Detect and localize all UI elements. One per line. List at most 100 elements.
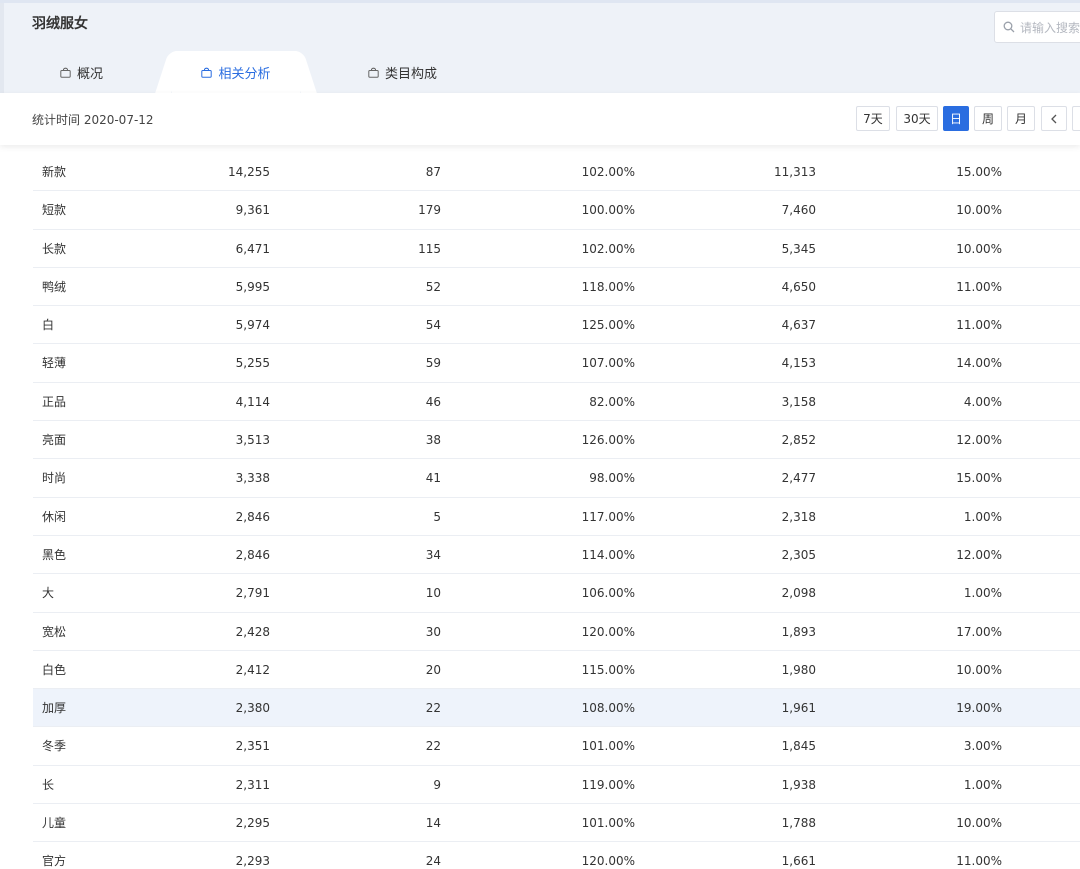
- keyword-cell: 轻薄: [42, 356, 67, 371]
- value-cell: 117.00%: [581, 509, 635, 524]
- keyword-cell: 亮面: [42, 433, 67, 448]
- value-cell: 4,114: [235, 394, 270, 409]
- table-row[interactable]: 休闲 2,846 5 117.00% 2,318 1.00%: [33, 498, 1080, 536]
- value-cell: 52: [425, 279, 441, 294]
- prev-button[interactable]: [1041, 106, 1067, 131]
- value-cell: 100.00%: [581, 203, 635, 218]
- value-cell: 98.00%: [589, 471, 635, 486]
- value-cell: 2,311: [235, 777, 270, 792]
- value-cell: 10: [425, 586, 441, 601]
- period-week-button[interactable]: 周: [974, 106, 1002, 131]
- table-row[interactable]: 亮面 3,513 38 126.00% 2,852 12.00%: [33, 421, 1080, 460]
- value-cell: 10.00%: [956, 241, 1002, 256]
- period-day-button[interactable]: 日: [943, 106, 969, 131]
- value-cell: 2,846: [235, 547, 270, 562]
- keyword-cell: 大: [42, 586, 55, 601]
- value-cell: 9: [433, 777, 441, 792]
- keyword-cell: 长款: [42, 241, 67, 256]
- tab-category-composition[interactable]: 类目构成: [368, 51, 458, 93]
- tab-related-analysis[interactable]: 相关分析: [172, 51, 300, 93]
- table-row[interactable]: 长 2,311 9 119.00% 1,938 1.00%: [33, 766, 1080, 805]
- value-cell: 15.00%: [956, 471, 1002, 486]
- value-cell: 30: [425, 624, 441, 639]
- tab-overview[interactable]: 概况: [60, 51, 130, 93]
- value-cell: 1,961: [781, 701, 816, 716]
- value-cell: 2,412: [235, 662, 270, 677]
- tab-label: 概况: [77, 66, 104, 82]
- value-cell: 2,852: [781, 433, 816, 448]
- keyword-cell: 白: [42, 318, 55, 333]
- value-cell: 22: [425, 739, 441, 754]
- period-30d-button[interactable]: 30天: [896, 106, 938, 131]
- keyword-cell: 儿童: [42, 816, 67, 831]
- value-cell: 4,153: [781, 356, 816, 371]
- value-cell: 9,361: [235, 203, 270, 218]
- value-cell: 102.00%: [581, 241, 635, 256]
- value-cell: 6,471: [235, 241, 270, 256]
- table-row[interactable]: 冬季 2,351 22 101.00% 1,845 3.00%: [33, 727, 1080, 766]
- value-cell: 125.00%: [581, 318, 635, 333]
- table-row[interactable]: 加厚 2,380 22 108.00% 1,961 19.00%: [33, 689, 1080, 728]
- value-cell: 1,661: [781, 854, 816, 869]
- table-row[interactable]: 长款 6,471 115 102.00% 5,345 10.00%: [33, 230, 1080, 268]
- value-cell: 10.00%: [956, 203, 1002, 218]
- value-cell: 19.00%: [956, 701, 1002, 716]
- value-cell: 114.00%: [581, 547, 635, 562]
- header: 羽绒服女 请输入搜索 概况 相关分析 类目构成: [0, 3, 1080, 93]
- value-cell: 5,345: [781, 241, 816, 256]
- value-cell: 2,318: [781, 509, 816, 524]
- value-cell: 12.00%: [956, 433, 1002, 448]
- table-row[interactable]: 大 2,791 10 106.00% 2,098 1.00%: [33, 574, 1080, 613]
- value-cell: 2,791: [235, 586, 270, 601]
- value-cell: 34: [425, 547, 441, 562]
- next-button[interactable]: [1072, 106, 1080, 131]
- search-input[interactable]: 请输入搜索: [994, 11, 1080, 43]
- value-cell: 20: [425, 662, 441, 677]
- value-cell: 2,293: [235, 854, 270, 869]
- value-cell: 4,650: [781, 279, 816, 294]
- table-row[interactable]: 短款 9,361 179 100.00% 7,460 10.00%: [33, 191, 1080, 230]
- period-month-button[interactable]: 月: [1007, 106, 1035, 131]
- value-cell: 54: [425, 318, 441, 333]
- value-cell: 120.00%: [581, 854, 635, 869]
- table-row[interactable]: 白色 2,412 20 115.00% 1,980 10.00%: [33, 651, 1080, 690]
- table-row[interactable]: 白 5,974 54 125.00% 4,637 11.00%: [33, 306, 1080, 345]
- tab-bar: 概况 相关分析 类目构成: [4, 51, 1080, 93]
- value-cell: 41: [425, 471, 441, 486]
- table-row[interactable]: 官方 2,293 24 120.00% 1,661 11.00%: [33, 842, 1080, 869]
- keyword-cell: 长: [42, 777, 55, 792]
- value-cell: 1,938: [781, 777, 816, 792]
- value-cell: 115.00%: [581, 662, 635, 677]
- table-row[interactable]: 儿童 2,295 14 101.00% 1,788 10.00%: [33, 804, 1080, 843]
- keyword-cell: 黑色: [42, 547, 67, 562]
- keyword-cell: 官方: [42, 854, 67, 869]
- value-cell: 4,637: [781, 318, 816, 333]
- table-row[interactable]: 正品 4,114 46 82.00% 3,158 4.00%: [33, 383, 1080, 422]
- value-cell: 14,255: [228, 165, 270, 179]
- table-row[interactable]: 新款 14,255 87 102.00% 11,313 15.00%: [33, 153, 1080, 192]
- value-cell: 1,893: [781, 624, 816, 639]
- value-cell: 3,158: [781, 394, 816, 409]
- value-cell: 14.00%: [956, 356, 1002, 371]
- value-cell: 2,351: [235, 739, 270, 754]
- keyword-cell: 鸭绒: [42, 279, 67, 294]
- page-title: 羽绒服女: [32, 16, 88, 32]
- value-cell: 2,846: [235, 509, 270, 524]
- value-cell: 179: [418, 203, 441, 218]
- table-row[interactable]: 宽松 2,428 30 120.00% 1,893 17.00%: [33, 613, 1080, 651]
- value-cell: 1.00%: [963, 509, 1002, 524]
- value-cell: 12.00%: [956, 547, 1002, 562]
- value-cell: 107.00%: [581, 356, 635, 371]
- table-row[interactable]: 鸭绒 5,995 52 118.00% 4,650 11.00%: [33, 268, 1080, 307]
- keyword-cell: 短款: [42, 203, 67, 218]
- table-row[interactable]: 轻薄 5,255 59 107.00% 4,153 14.00%: [33, 344, 1080, 383]
- value-cell: 115: [418, 241, 441, 256]
- value-cell: 108.00%: [581, 701, 635, 716]
- keyword-cell: 加厚: [42, 701, 67, 716]
- keyword-cell: 时尚: [42, 471, 67, 486]
- table-row[interactable]: 时尚 3,338 41 98.00% 2,477 15.00%: [33, 459, 1080, 498]
- period-7d-button[interactable]: 7天: [856, 106, 890, 131]
- table-row[interactable]: 黑色 2,846 34 114.00% 2,305 12.00%: [33, 536, 1080, 575]
- keyword-cell: 冬季: [42, 739, 67, 754]
- value-cell: 7,460: [781, 203, 816, 218]
